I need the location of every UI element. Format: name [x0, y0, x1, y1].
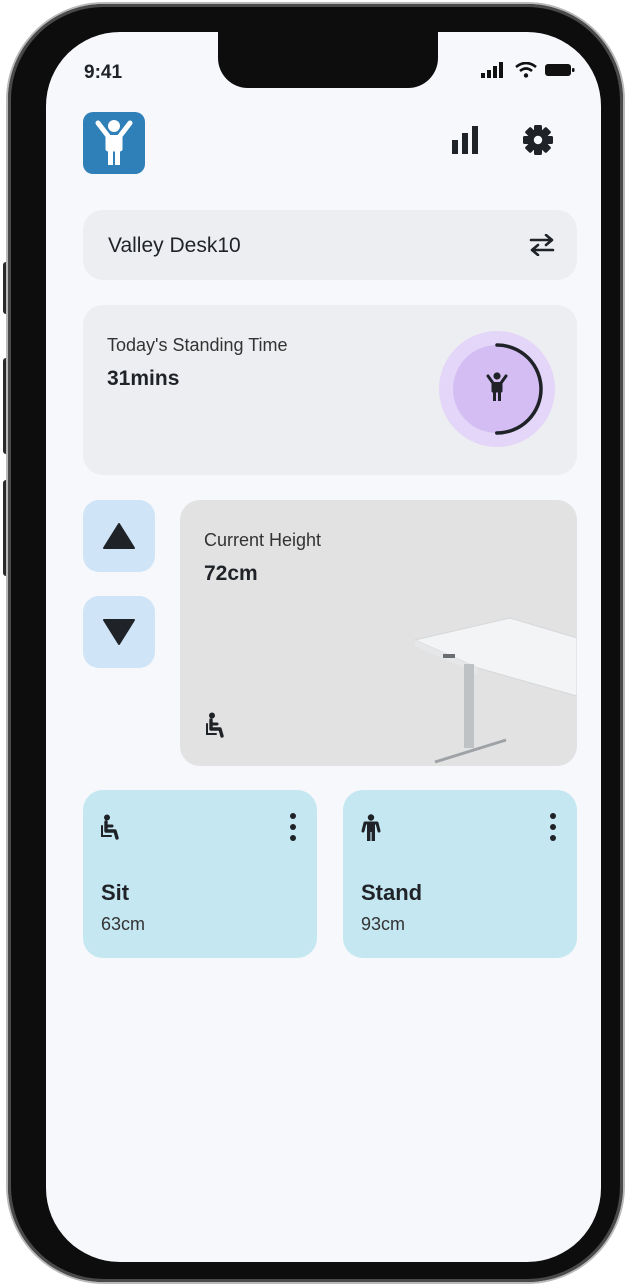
battery-icon — [545, 64, 575, 76]
current-height-card: Current Height 72cm — [180, 500, 577, 766]
height-up-button[interactable] — [83, 500, 155, 572]
more-vertical-icon[interactable] — [549, 812, 557, 842]
seated-person-icon — [101, 814, 119, 840]
preset-stand-name: Stand — [361, 880, 423, 905]
triangle-up-icon — [103, 523, 135, 549]
app-screen: 9:41 Valley Desk10 Today's Standing Time… — [46, 32, 601, 1262]
preset-stand-value: 93cm — [361, 914, 406, 934]
desk-selector[interactable]: Valley Desk10 — [83, 210, 577, 280]
wifi-icon — [515, 62, 537, 78]
standing-time-label: Today's Standing Time — [107, 335, 288, 355]
standing-progress-ring — [437, 329, 557, 449]
status-time: 9:41 — [84, 62, 123, 83]
desk-illustration — [413, 617, 577, 764]
notch — [218, 32, 438, 88]
preset-sit-name: Sit — [101, 880, 130, 905]
desk-name: Valley Desk10 — [108, 234, 241, 257]
preset-stand-card[interactable]: Stand 93cm — [343, 790, 577, 958]
preset-sit-value: 63cm — [101, 914, 146, 934]
status-icons — [481, 62, 575, 78]
standing-person-icon — [95, 120, 133, 165]
phone-frame: 9:41 Valley Desk10 Today's Standing Time… — [8, 4, 623, 1282]
height-down-button[interactable] — [83, 596, 155, 668]
bar-chart-icon[interactable] — [452, 126, 478, 154]
standing-person-icon — [361, 814, 381, 841]
app-logo — [83, 112, 145, 174]
seated-person-icon — [206, 712, 224, 738]
swap-arrows-icon[interactable] — [529, 234, 555, 256]
cellular-signal-icon — [481, 62, 503, 78]
triangle-down-icon — [103, 619, 135, 645]
preset-sit-card[interactable]: Sit 63cm — [83, 790, 317, 958]
standing-time-card: Today's Standing Time 31mins — [83, 305, 577, 475]
standing-time-value: 31mins — [107, 367, 180, 390]
more-vertical-icon[interactable] — [289, 812, 297, 842]
gear-icon[interactable] — [522, 124, 554, 156]
